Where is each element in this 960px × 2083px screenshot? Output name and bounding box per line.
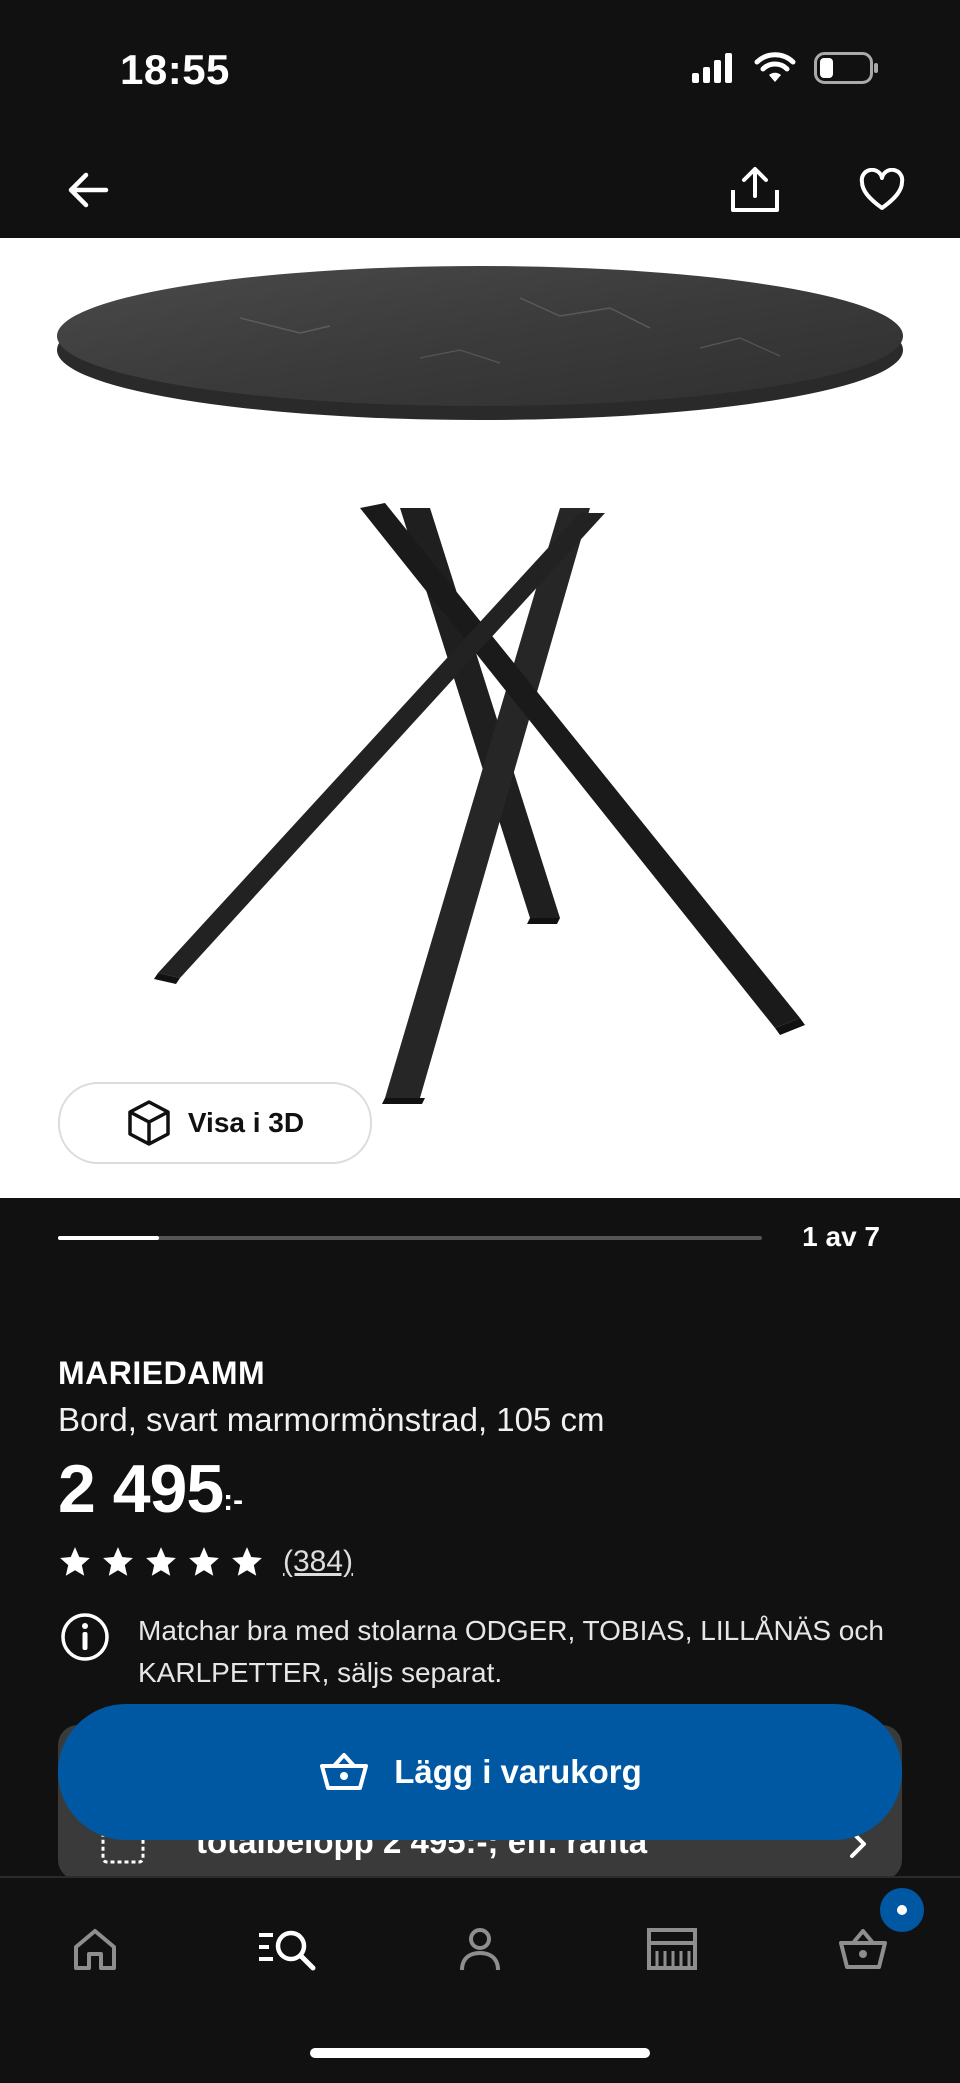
share-button[interactable] — [725, 160, 785, 220]
info-icon — [61, 1613, 109, 1661]
tab-home[interactable] — [60, 1914, 130, 1984]
cellular-signal-icon — [692, 53, 732, 83]
star-icon — [232, 1547, 262, 1576]
view-3d-label: Visa i 3D — [187, 1107, 305, 1138]
gallery-pager: 1 av 7 — [802, 1221, 880, 1252]
star-icon — [189, 1547, 219, 1576]
price-amount: 2 495 — [58, 1451, 224, 1527]
product-image[interactable] — [0, 238, 960, 1198]
profile-icon — [460, 1928, 500, 1971]
tab-profile[interactable] — [445, 1914, 515, 1984]
review-count-link[interactable]: (384) — [283, 1545, 353, 1579]
add-to-cart-label: Lägg i varukorg — [394, 1753, 642, 1790]
home-icon — [74, 1929, 116, 1970]
home-indicator — [310, 2048, 650, 2058]
cart-badge — [880, 1888, 924, 1932]
info-text: Matchar bra med stolarna ODGER, TOBIAS, … — [138, 1615, 884, 1688]
gallery-progress-fill — [58, 1236, 159, 1240]
status-time: 18:55 — [120, 46, 230, 93]
star-icon — [60, 1547, 90, 1576]
status-icons — [692, 52, 880, 84]
view-3d-button[interactable]: Visa i 3D — [58, 1082, 372, 1164]
shopping-basket-icon — [320, 1753, 369, 1790]
star-icon — [103, 1547, 133, 1576]
heart-icon — [859, 168, 905, 210]
status-bar: 18:55 — [0, 0, 960, 140]
cart-icon — [839, 1929, 887, 1969]
tab-stores[interactable] — [637, 1914, 707, 1984]
table-image — [57, 266, 903, 1104]
store-icon — [647, 1928, 697, 1970]
back-button[interactable] — [58, 160, 118, 220]
product-price: 2 495 :- — [58, 1450, 243, 1528]
add-to-cart-button[interactable]: Lägg i varukorg — [58, 1704, 902, 1840]
favorite-button[interactable] — [852, 160, 912, 220]
wifi-icon — [754, 52, 796, 82]
share-icon — [731, 167, 779, 212]
price-suffix: :- — [223, 1484, 244, 1517]
gallery-progress — [58, 1236, 762, 1240]
nav-bar — [0, 140, 960, 238]
product-name: MARIEDAMM — [58, 1355, 266, 1391]
product-description: Bord, svart marmormönstrad, 105 cm — [58, 1401, 605, 1438]
cube-icon — [128, 1100, 170, 1146]
star-icon — [146, 1547, 176, 1576]
tab-search[interactable] — [252, 1914, 322, 1984]
search-icon — [259, 1930, 316, 1971]
battery-icon — [814, 52, 878, 84]
rating[interactable]: (384) — [58, 1545, 353, 1579]
arrow-left-icon — [68, 172, 109, 208]
